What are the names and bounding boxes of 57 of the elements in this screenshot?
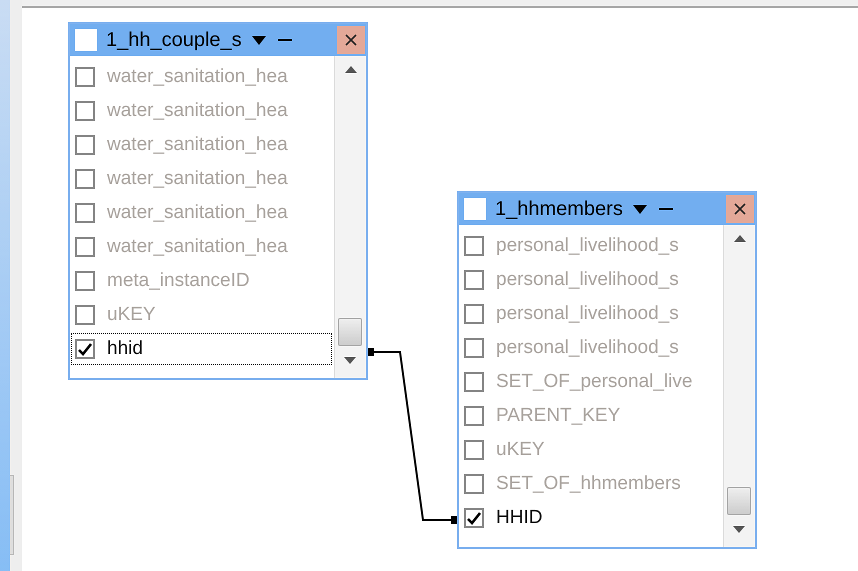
window-title: 1_hhmembers bbox=[495, 198, 623, 220]
checkbox[interactable] bbox=[464, 304, 484, 324]
dropdown-icon[interactable] bbox=[252, 36, 266, 44]
checkbox[interactable] bbox=[75, 339, 95, 359]
field-name: personal_livelihood_s bbox=[496, 303, 679, 325]
field-name: water_sanitation_hea bbox=[107, 134, 288, 156]
checkbox[interactable] bbox=[464, 372, 484, 392]
checkbox[interactable] bbox=[75, 169, 95, 189]
checkbox[interactable] bbox=[464, 270, 484, 290]
field-name: water_sanitation_hea bbox=[107, 168, 288, 190]
close-icon bbox=[345, 34, 357, 46]
window-title: 1_hh_couple_s bbox=[106, 28, 242, 52]
splitter-handle[interactable] bbox=[10, 475, 14, 555]
close-button[interactable] bbox=[337, 26, 365, 54]
field-name: uKEY bbox=[107, 304, 156, 326]
checkbox[interactable] bbox=[464, 508, 484, 528]
field-name: personal_livelihood_s bbox=[496, 269, 679, 291]
field-name: water_sanitation_hea bbox=[107, 66, 288, 88]
checkbox[interactable] bbox=[464, 406, 484, 426]
field-name: water_sanitation_hea bbox=[107, 202, 288, 224]
checkbox[interactable] bbox=[464, 474, 484, 494]
scroll-down-icon[interactable] bbox=[733, 526, 745, 533]
scroll-thumb[interactable] bbox=[727, 487, 751, 515]
checkbox[interactable] bbox=[75, 203, 95, 223]
field-name: HHID bbox=[496, 507, 542, 529]
scroll-up-icon[interactable] bbox=[734, 235, 746, 242]
checkbox[interactable] bbox=[75, 237, 95, 257]
minimize-icon[interactable] bbox=[658, 208, 673, 210]
scrollbar[interactable] bbox=[334, 56, 366, 378]
scrollbar[interactable] bbox=[723, 225, 755, 547]
scroll-up-icon[interactable] bbox=[344, 66, 356, 73]
field-name: personal_livelihood_s bbox=[496, 337, 679, 359]
checkbox[interactable] bbox=[75, 135, 95, 155]
checkbox[interactable] bbox=[75, 67, 95, 87]
checkbox[interactable] bbox=[75, 101, 95, 121]
scroll-thumb[interactable] bbox=[338, 318, 362, 346]
close-button[interactable] bbox=[726, 195, 754, 223]
field-name: water_sanitation_hea bbox=[107, 236, 288, 258]
field-name: meta_instanceID bbox=[107, 270, 250, 292]
checkbox[interactable] bbox=[464, 236, 484, 256]
checkbox[interactable] bbox=[464, 440, 484, 460]
checkbox[interactable] bbox=[75, 305, 95, 325]
minimize-icon[interactable] bbox=[278, 38, 292, 42]
field-name: SET_OF_hhmembers bbox=[496, 473, 681, 495]
field-name: SET_OF_personal_live bbox=[496, 371, 692, 393]
dropdown-icon[interactable] bbox=[632, 204, 647, 214]
field-name: hhid bbox=[107, 338, 143, 360]
field-name: personal_livelihood_s bbox=[496, 235, 679, 257]
checkbox[interactable] bbox=[464, 338, 484, 358]
field-name: uKEY bbox=[496, 439, 545, 461]
scroll-down-icon[interactable] bbox=[344, 357, 356, 364]
field-name: PARENT_KEY bbox=[496, 405, 620, 427]
table-icon bbox=[75, 29, 97, 51]
checkbox[interactable] bbox=[75, 271, 95, 291]
table-icon bbox=[464, 198, 486, 220]
close-icon bbox=[734, 203, 746, 215]
field-name: water_sanitation_hea bbox=[107, 100, 288, 122]
